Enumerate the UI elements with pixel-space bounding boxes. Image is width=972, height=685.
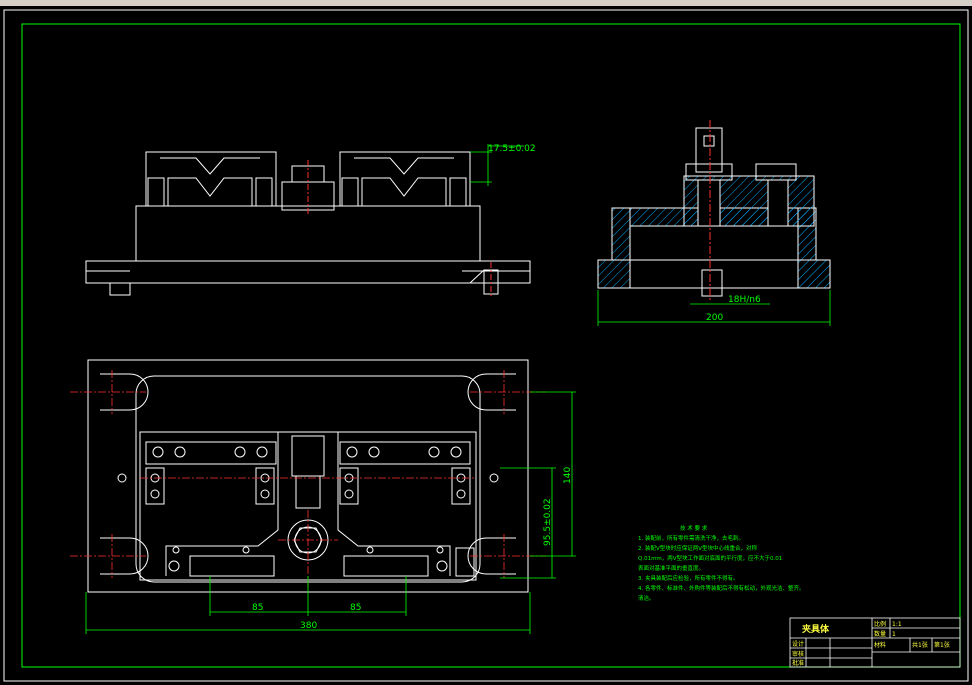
dim-plan-right: 85 [350, 603, 361, 613]
inner-frame [21, 23, 961, 668]
dim-plan-total: 380 [300, 621, 317, 631]
dim-plan-height: 140 [563, 467, 573, 484]
dim-plan-left: 85 [252, 603, 263, 613]
title-block-scale-label: 比例 [874, 620, 886, 628]
note-line: Q.01mm，两V型块工作面对底面的平行度，应不大于0.01 [638, 554, 782, 562]
title-block-qty-value: 1 [892, 631, 896, 638]
title-block-scale-value: 1:1 [892, 621, 902, 628]
cad-drawing-canvas[interactable]: 17.5±0.02 18H/n6 200 85 85 380 140 95.5±… [0, 6, 972, 685]
title-block-qty-label: 数量 [874, 630, 886, 638]
title-block-row-label: 批准 [792, 659, 804, 667]
side-view [597, 120, 831, 300]
title-block-row-label: 设计 [792, 640, 804, 648]
title-block-row-label: 审核 [792, 650, 804, 658]
dim-top-height: 17.5±0.02 [488, 144, 536, 154]
technical-notes: 技 术 要 求 1. 装配前，所有零件需清洗干净，去毛刺。 2. 装配V型块时应… [638, 524, 805, 602]
plan-dimensions [85, 391, 576, 634]
note-line: 2. 装配V型块时应保证两V型块中心线重合，对称 [638, 544, 758, 552]
title-block-sheet-label: 共1张 [912, 641, 928, 649]
plan-centerlines [70, 370, 546, 590]
dim-side-fit: 18H/n6 [728, 295, 761, 305]
note-line: 3. 夹具装配后应检验，所有零件不得有。 [638, 574, 739, 582]
note-line: 清洁。 [638, 594, 655, 602]
front-view [85, 151, 531, 298]
note-line: 4. 各零件、标准件、外购件等装配后不得有松动，外观光洁、整齐。 [638, 584, 805, 592]
dim-side-width: 200 [706, 313, 723, 323]
title-block-page-label: 第1张 [934, 641, 950, 649]
title-block-material-label: 材料 [874, 641, 886, 649]
dim-plan-offset: 95.5±0.02 [543, 498, 553, 546]
title-block-title: 夹具体 [802, 623, 830, 635]
notes-heading: 技 术 要 求 [680, 524, 708, 532]
note-line: 1. 装配前，所有零件需清洗干净，去毛刺。 [638, 534, 744, 542]
note-line: 表面对基准平面的垂直度。 [638, 564, 704, 572]
